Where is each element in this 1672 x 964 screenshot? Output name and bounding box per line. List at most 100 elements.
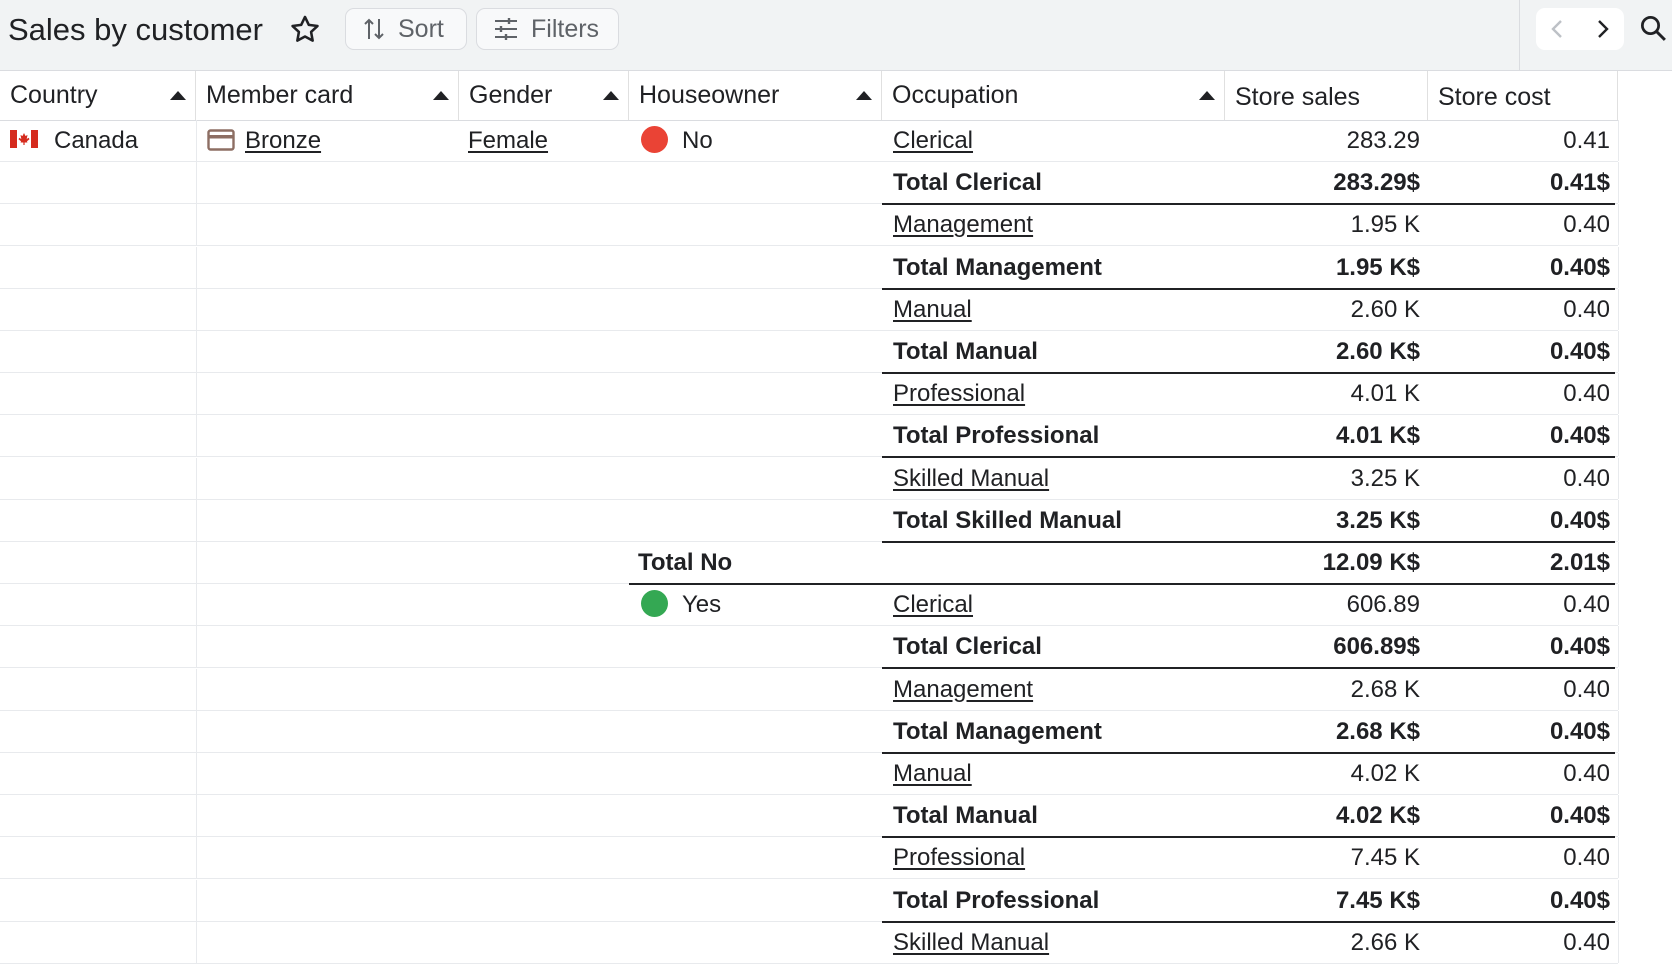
store-sales-cell: 2.68 K — [1350, 675, 1420, 703]
store-sales-cell: 12.09 K$ — [1322, 549, 1420, 576]
member-card-cell[interactable]: Bronze — [207, 120, 321, 162]
store-sales-cell: 2.60 K$ — [1335, 338, 1420, 365]
table-row: Skilled Manual 3.25 K 0.40 — [0, 457, 1619, 500]
store-cost-cell: 0.40$ — [1549, 506, 1610, 534]
table-row: Canada Bronze Female No Clerical 283.29 … — [0, 120, 1619, 162]
subtotal-label: Total Professional — [893, 422, 1100, 450]
store-sales-cell: 3.25 K$ — [1335, 506, 1420, 534]
store-cost-cell: 0.41$ — [1549, 169, 1610, 197]
store-cost-cell: 0.40 — [1563, 760, 1610, 787]
occupation-link[interactable]: Skilled Manual — [893, 458, 1049, 500]
store-cost-cell: 0.40 — [1563, 928, 1610, 956]
store-cost-cell: 0.40$ — [1549, 802, 1610, 830]
subtotal-label: Total Professional — [893, 886, 1100, 914]
member-card-link[interactable]: Bronze — [245, 127, 321, 154]
table-header: Country Member card Gender Houseowner Oc… — [0, 71, 1618, 121]
search-button[interactable] — [1636, 11, 1670, 45]
table-row: Skilled Manual 2.66 K 0.40 — [0, 921, 1619, 964]
column-header-store-sales[interactable]: Store sales — [1225, 71, 1428, 120]
filters-button[interactable]: Filters — [476, 8, 619, 50]
store-cost-cell: 0.40$ — [1549, 422, 1610, 450]
chevron-right-icon — [1598, 20, 1609, 38]
subtotal-label: Total Manual — [893, 802, 1038, 830]
gender-link[interactable]: Female — [468, 120, 548, 162]
store-sales-cell: 7.45 K — [1350, 844, 1420, 872]
houseowner-cell: Yes — [641, 584, 721, 626]
table-row: Yes Clerical 606.89 0.40 — [0, 584, 1619, 627]
occupation-link[interactable]: Clerical — [893, 120, 973, 162]
subtotal-row: Total Professional 4.01 K$ 0.40$ — [0, 415, 1619, 459]
store-cost-cell: 0.40$ — [1549, 886, 1610, 914]
page-title: Sales by customer — [8, 12, 263, 47]
column-header-country[interactable]: Country — [0, 71, 196, 120]
search-icon — [1641, 16, 1666, 41]
store-cost-cell: 0.40 — [1563, 295, 1610, 323]
sort-button[interactable]: Sort — [345, 8, 467, 50]
subtotal-row: Total Clerical 283.29$ 0.41$ — [0, 162, 1619, 206]
favorite-button[interactable] — [288, 13, 322, 47]
sort-label: Sort — [398, 14, 444, 43]
store-sales-cell: 7.45 K$ — [1335, 886, 1420, 914]
subtotal-row: Total Management 1.95 K$ 0.40$ — [0, 246, 1619, 290]
store-sales-cell: 2.68 K$ — [1335, 717, 1420, 745]
filters-label: Filters — [531, 14, 600, 43]
occupation-link[interactable]: Management — [893, 669, 1033, 711]
subtotal-row: Total Skilled Manual 3.25 K$ 0.40$ — [0, 499, 1619, 543]
store-cost-cell: 0.40$ — [1549, 253, 1610, 281]
sort-ascending-icon — [170, 91, 186, 100]
subtotal-label: Total No — [638, 549, 733, 576]
subtotal-row: Total No 12.09 K$ 2.01$ — [0, 542, 1619, 585]
toolbar: Sales by customer Sort Filters — [0, 0, 1672, 71]
subtotal-label: Total Skilled Manual — [893, 506, 1122, 534]
column-header-gender[interactable]: Gender — [459, 71, 629, 120]
column-header-houseowner[interactable]: Houseowner — [629, 71, 882, 120]
occupation-link[interactable]: Professional — [893, 837, 1025, 879]
store-sales-cell: 1.95 K — [1350, 211, 1420, 239]
pagination-group — [1536, 8, 1624, 50]
store-cost-cell: 2.01$ — [1549, 549, 1610, 576]
store-cost-cell: 0.40$ — [1549, 338, 1610, 365]
subtotal-row: Total Professional 7.45 K$ 0.40$ — [0, 879, 1619, 923]
star-icon — [291, 15, 319, 42]
store-sales-cell: 4.01 K$ — [1335, 422, 1420, 450]
store-sales-cell: 2.66 K — [1350, 928, 1420, 956]
store-sales-cell: 1.95 K$ — [1335, 253, 1420, 281]
chevron-left-icon — [1551, 20, 1562, 38]
sort-ascending-icon — [1199, 91, 1215, 100]
store-sales-cell: 283.29$ — [1333, 169, 1420, 197]
sort-ascending-icon — [433, 91, 449, 100]
store-cost-cell: 0.40$ — [1549, 717, 1610, 745]
sort-icon — [364, 18, 384, 40]
table-row: Manual 2.60 K 0.40 — [0, 288, 1619, 331]
store-sales-cell: 3.25 K — [1350, 464, 1420, 492]
subtotal-label: Total Management — [893, 253, 1102, 281]
table-row: Professional 7.45 K 0.40 — [0, 837, 1619, 880]
store-sales-cell: 283.29 — [1346, 127, 1420, 154]
credit-card-icon — [207, 128, 235, 151]
occupation-link[interactable]: Manual — [893, 289, 972, 331]
subtotal-row: Total Clerical 606.89$ 0.40$ — [0, 626, 1619, 670]
store-cost-cell: 0.40 — [1563, 464, 1610, 492]
store-cost-cell: 0.40$ — [1549, 633, 1610, 661]
column-header-store-cost[interactable]: Store cost — [1428, 71, 1618, 120]
occupation-link[interactable]: Skilled Manual — [893, 922, 1049, 964]
subtotal-label: Total Manual — [893, 338, 1038, 365]
occupation-link[interactable]: Clerical — [893, 584, 973, 626]
previous-page-button[interactable] — [1541, 12, 1575, 46]
occupation-link[interactable]: Manual — [893, 753, 972, 795]
sort-ascending-icon — [603, 91, 619, 100]
table-row: Management 2.68 K 0.40 — [0, 668, 1619, 711]
occupation-link[interactable]: Management — [893, 204, 1033, 246]
column-header-member-card[interactable]: Member card — [196, 71, 459, 120]
table-row: Professional 4.01 K 0.40 — [0, 373, 1619, 416]
store-sales-cell: 4.01 K — [1350, 380, 1420, 408]
column-header-occupation[interactable]: Occupation — [882, 71, 1225, 120]
filter-sliders-icon — [495, 18, 517, 40]
store-cost-cell: 0.40 — [1563, 844, 1610, 872]
store-cost-cell: 0.40 — [1563, 675, 1610, 703]
subtotal-row: Total Manual 2.60 K$ 0.40$ — [0, 331, 1619, 374]
next-page-button[interactable] — [1585, 12, 1619, 46]
store-cost-cell: 0.40 — [1563, 211, 1610, 239]
store-cost-cell: 0.40 — [1563, 380, 1610, 408]
occupation-link[interactable]: Professional — [893, 373, 1025, 415]
